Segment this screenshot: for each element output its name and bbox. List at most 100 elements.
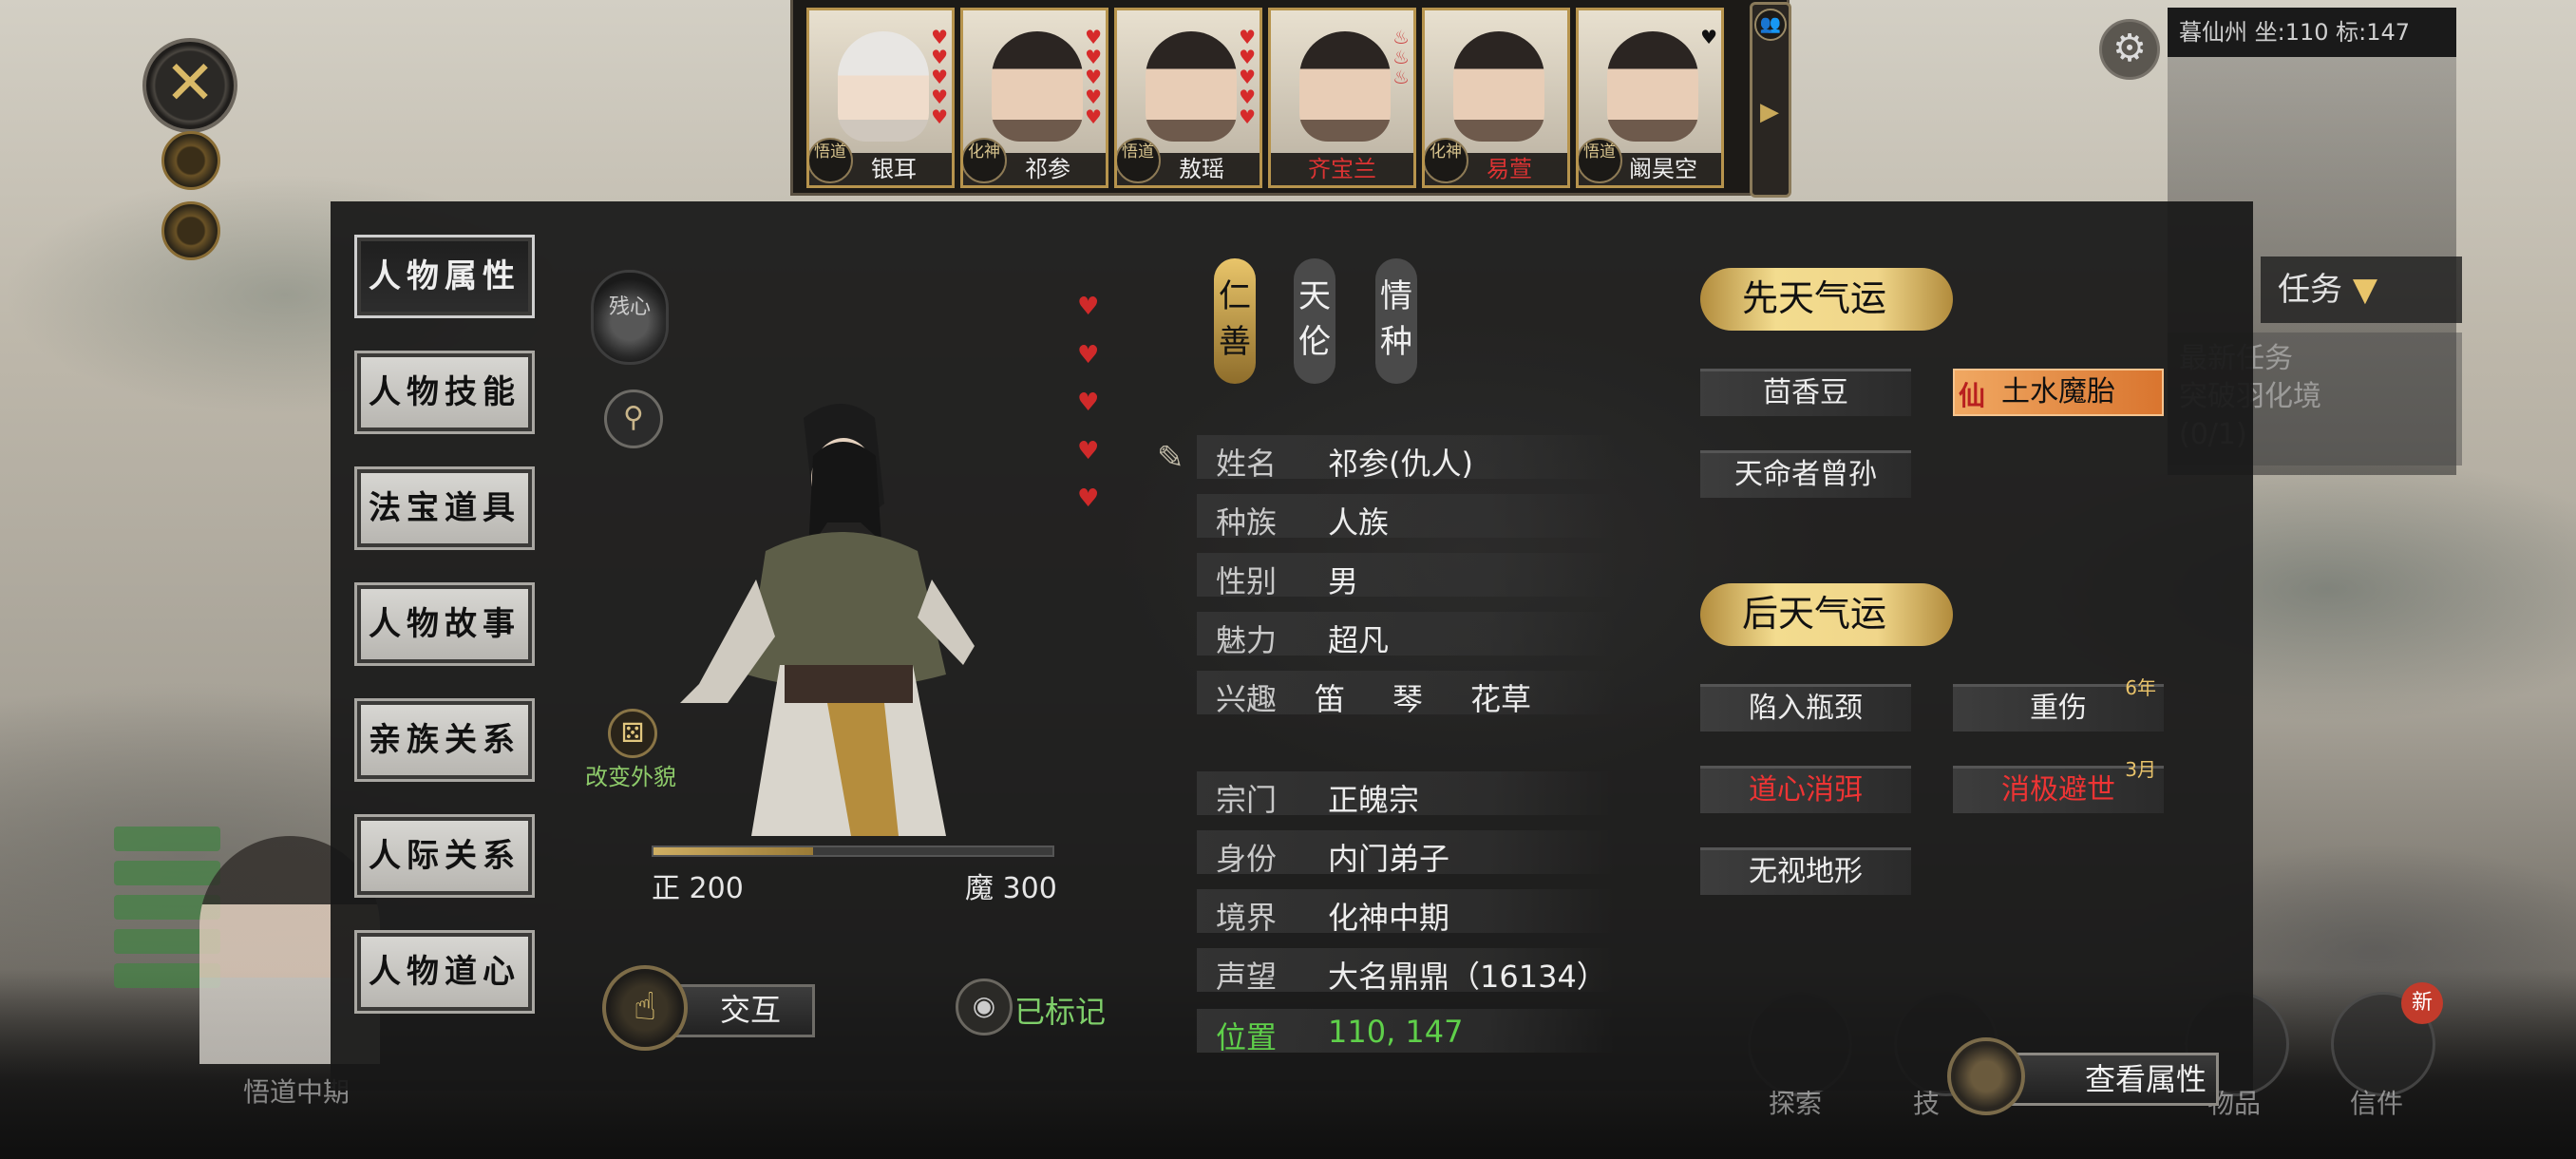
menu-item-family[interactable]: 亲族关系: [354, 698, 535, 782]
roster-card[interactable]: 易萱 化神: [1422, 8, 1570, 188]
task-header[interactable]: 任务 ▼: [2261, 256, 2462, 323]
attr-row-hobby: 兴趣 笛 琴 花草: [1197, 671, 1615, 717]
roster-card[interactable]: ♥ ♥ ♥ ♥ ♥ 祁参 化神: [960, 8, 1108, 188]
view-attributes-button[interactable]: 查看属性: [1947, 1037, 2219, 1115]
duration-badge: 3月: [2125, 758, 2156, 781]
attr-key: 位置: [1216, 1019, 1278, 1055]
interact-label: 交互: [669, 984, 815, 1037]
demonic-value: 魔 300: [965, 872, 1057, 905]
new-badge: 新: [2401, 982, 2443, 1024]
attr-value: 110, 147: [1328, 1014, 1464, 1050]
tab-trait-3[interactable]: 情种: [1375, 258, 1417, 384]
character-portrait: [1453, 31, 1544, 142]
attr-key: 性别: [1216, 563, 1278, 599]
attr-value: 化神中期: [1328, 900, 1450, 936]
character-portrait: [1146, 31, 1237, 142]
attr-value: 内门弟子: [1328, 841, 1450, 877]
attr-value: 人族: [1328, 504, 1390, 541]
realm-badge: 化神: [963, 138, 1007, 183]
menu-item-story[interactable]: 人物故事: [354, 582, 535, 666]
character-portrait: [1299, 31, 1391, 142]
character-avatar-icon: [1947, 1037, 2025, 1115]
attr-key: 境界: [1216, 900, 1278, 936]
menu-item-treasures[interactable]: 法宝道具: [354, 466, 535, 550]
attr-row-identity: 身份 内门弟子: [1197, 830, 1615, 877]
roster-card[interactable]: ♥ ♥ ♥ ♥ ♥ 银耳 悟道: [806, 8, 955, 188]
acquired-tag-label: 消极避世: [2001, 773, 2115, 807]
flame-icons: ♨ ♨ ♨: [1392, 26, 1410, 88]
realm-badge: 悟道: [1117, 138, 1161, 183]
acquired-tag[interactable]: 重伤 6年: [1953, 676, 2164, 732]
innate-tag[interactable]: 茴香豆: [1700, 369, 1911, 416]
character-figure: [680, 404, 975, 836]
attr-key: 宗门: [1216, 782, 1278, 818]
attr-key: 姓名: [1216, 446, 1278, 482]
dice-icon[interactable]: ⚄: [608, 709, 657, 758]
attr-row-charm: 魅力 超凡: [1197, 612, 1615, 658]
search-icon[interactable]: ⚲: [604, 390, 663, 448]
play-arrow-icon[interactable]: ▶: [1760, 98, 1779, 126]
heart-icons: ♥ ♥ ♥ ♥ ♥: [931, 26, 948, 128]
attr-row-location[interactable]: 位置 110, 147: [1197, 1009, 1615, 1055]
close-icon: ✕: [164, 48, 216, 119]
attr-row-name: 姓名 祁参(仇人): [1197, 435, 1615, 482]
attr-row-race: 种族 人族: [1197, 494, 1615, 541]
change-appearance-link[interactable]: 改变外貌: [585, 758, 676, 791]
acquired-tag[interactable]: 陷入瓶颈: [1700, 684, 1911, 732]
character-roster: ♥ ♥ ♥ ♥ ♥ 银耳 悟道 ♥ ♥ ♥ ♥ ♥ 祁参 化神 ♥ ♥ ♥ ♥ ♥ 敖瑶 悟道 ♨ ♨ ♨ …: [790, 0, 1790, 196]
acquired-tag[interactable]: 消极避世 3月: [1953, 758, 2164, 813]
attr-key: 种族: [1216, 504, 1278, 541]
eye-icon: ◉: [956, 978, 1013, 1036]
attr-row-fame: 声望 大名鼎鼎（16134）: [1197, 948, 1615, 995]
roster-card[interactable]: ♥ ♥ ♥ ♥ ♥ 敖瑶 悟道: [1114, 8, 1262, 188]
attr-key: 魅力: [1216, 622, 1278, 658]
hobby-item: 笛: [1315, 681, 1346, 717]
attr-value: 大名鼎鼎（16134）: [1328, 959, 1607, 995]
character-portrait: [838, 31, 929, 142]
immortal-mark: 仙: [1959, 380, 1986, 411]
menu-item-daoheart[interactable]: 人物道心: [354, 930, 535, 1014]
character-portrait: [1607, 31, 1698, 142]
roster-card[interactable]: ♥ 阚昊空 悟道: [1576, 8, 1724, 188]
attr-row-sect: 宗门 正魄宗: [1197, 771, 1615, 818]
character-portrait: [992, 31, 1083, 142]
realm-badge: 悟道: [809, 138, 853, 183]
innate-tag[interactable]: 仙 土水魔胎: [1953, 369, 2164, 416]
people-icon[interactable]: 👥: [1754, 9, 1787, 41]
coin-icon[interactable]: [161, 131, 220, 190]
attr-key: 声望: [1216, 959, 1278, 995]
menu-item-skills[interactable]: 人物技能: [354, 351, 535, 434]
roster-card[interactable]: ♨ ♨ ♨ 齐宝兰: [1268, 8, 1416, 188]
attr-row-gender: 性别 男: [1197, 553, 1615, 599]
alignment-bar: [652, 846, 1054, 857]
innate-fortune-title: 先天气运: [1700, 268, 1953, 331]
brush-edit-icon[interactable]: ✎: [1157, 439, 1184, 477]
close-button[interactable]: ✕: [142, 38, 237, 133]
view-attributes-label: 查看属性: [2010, 1053, 2219, 1106]
heart-icons: ♥ ♥ ♥ ♥ ♥: [1085, 26, 1102, 128]
coin-icon[interactable]: [161, 201, 220, 260]
interact-button[interactable]: 交互 ☝: [602, 965, 815, 1051]
roster-name: 齐宝兰: [1271, 153, 1413, 185]
gear-icon[interactable]: ⚙: [2099, 19, 2160, 80]
attr-row-realm: 境界 化神中期: [1197, 889, 1615, 936]
heart-icons: ♥: [1700, 26, 1717, 48]
roster-scroll[interactable]: 👥 ▶: [1750, 2, 1791, 198]
duration-badge: 6年: [2125, 676, 2156, 699]
acquired-tag[interactable]: 无视地形: [1700, 847, 1911, 895]
marked-label: 已标记: [1014, 994, 1107, 1030]
realm-badge: 悟道: [1579, 138, 1622, 183]
righteous-value: 正 200: [652, 872, 744, 905]
attr-value: 超凡: [1328, 622, 1390, 658]
menu-item-attributes[interactable]: 人物属性: [354, 235, 535, 318]
attr-value: 正魄宗: [1328, 782, 1420, 818]
tab-trait-1[interactable]: 仁善: [1214, 258, 1256, 384]
menu-item-relations[interactable]: 人际关系: [354, 814, 535, 898]
dao-heart-badge[interactable]: 残心: [591, 270, 669, 365]
tab-trait-2[interactable]: 天伦: [1294, 258, 1335, 384]
acquired-tag[interactable]: 道心消弭: [1700, 766, 1911, 813]
innate-tag[interactable]: 天命者曾孙: [1700, 450, 1911, 498]
letters-label: 信件: [2350, 1088, 2404, 1119]
region-coordinates: 暮仙州 坐:110 标:147: [2168, 8, 2456, 57]
hand-icon: ☝: [602, 965, 688, 1051]
